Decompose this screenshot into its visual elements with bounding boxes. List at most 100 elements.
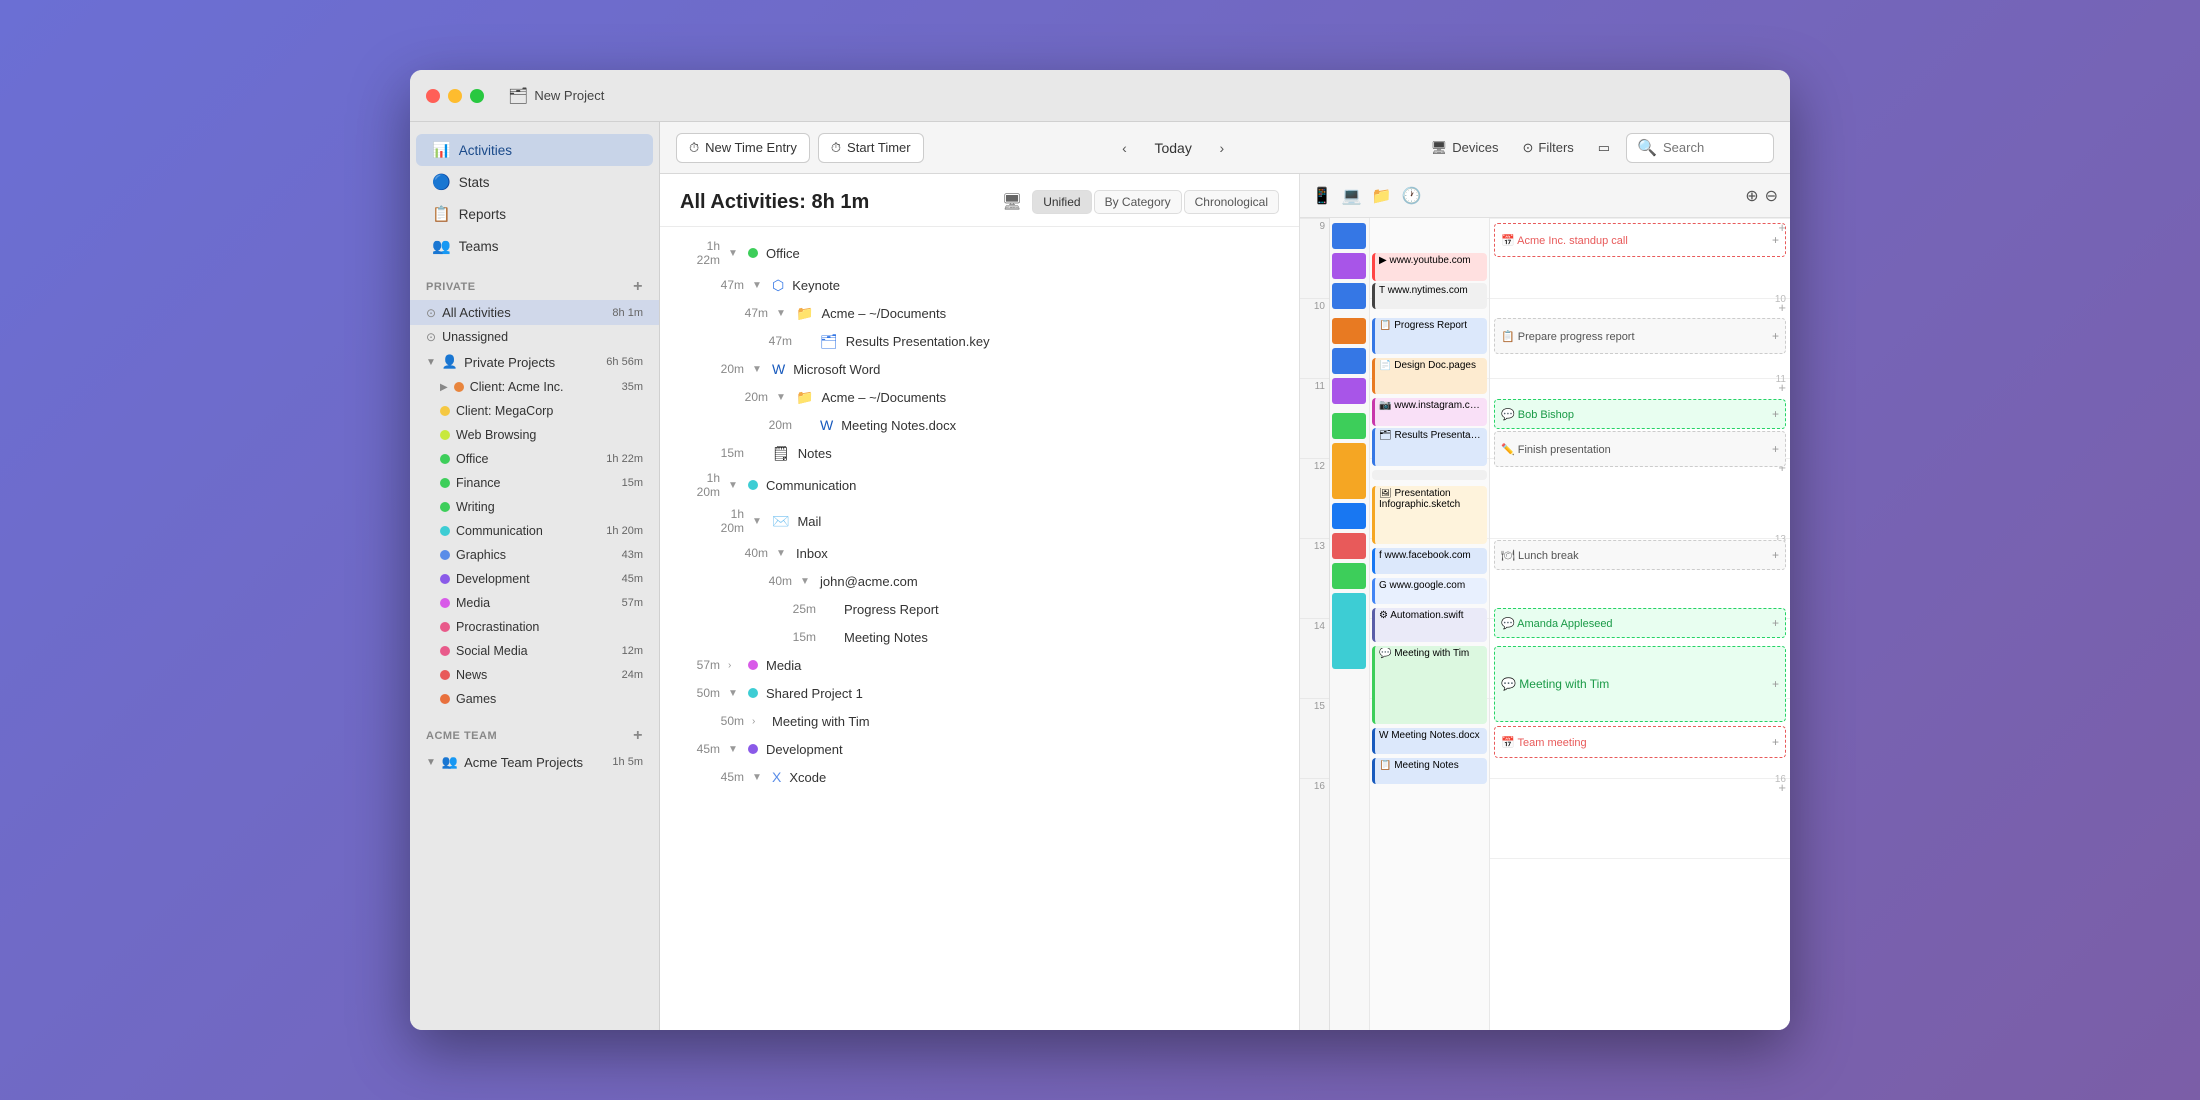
private-add-button[interactable]: +	[633, 278, 643, 296]
sidebar-item-reports[interactable]: 📋 Reports	[416, 198, 653, 230]
time-block[interactable]: W Meeting Notes.docx	[1372, 728, 1487, 754]
filters-button[interactable]: ⊙ Filters	[1514, 136, 1581, 160]
project-graphics[interactable]: Graphics 43m	[410, 543, 659, 567]
block[interactable]	[1332, 378, 1366, 404]
block[interactable]	[1332, 283, 1366, 309]
devices-button[interactable]: 🖥 Devices	[1423, 136, 1507, 160]
sidebar-item-teams[interactable]: 👥 Teams	[416, 230, 653, 262]
sidebar-item-stats[interactable]: 🔵 Stats	[416, 166, 653, 198]
time-block[interactable]: f www.facebook.com	[1372, 548, 1487, 574]
time-block[interactable]: 📋 Meeting Notes	[1372, 758, 1487, 784]
list-item[interactable]: 15m 🗒 Notes	[660, 439, 1299, 467]
project-media[interactable]: Media 57m	[410, 591, 659, 615]
time-block[interactable]: 📄 Design Doc.pages	[1372, 358, 1487, 394]
list-item[interactable]: 20m W Meeting Notes.docx	[660, 411, 1299, 439]
project-finance[interactable]: Finance 15m	[410, 471, 659, 495]
list-item[interactable]: 1h 20m ▼ Communication	[660, 467, 1299, 503]
sidebar-item-activities[interactable]: 📊 Activities	[416, 134, 653, 166]
list-item[interactable]: 45m ▼ X Xcode	[660, 763, 1299, 791]
project-communication[interactable]: Communication 1h 20m	[410, 519, 659, 543]
time-block[interactable]: 📷 www.instagram.com	[1372, 398, 1487, 426]
cal-event-team-meeting[interactable]: 📅 Team meeting +	[1494, 726, 1786, 758]
list-item[interactable]: 20m ▼ 📁 Acme – ~/Documents	[660, 383, 1299, 411]
time-block[interactable]: 🖼 Presentation Infographic.sketch	[1372, 486, 1487, 544]
block[interactable]	[1332, 593, 1366, 669]
search-input[interactable]	[1663, 140, 1763, 155]
list-item[interactable]: 15m Meeting Notes	[660, 623, 1299, 651]
minimize-button[interactable]	[448, 89, 462, 103]
cal-add-icon[interactable]: +	[1772, 233, 1779, 247]
add-event-button[interactable]: +	[1778, 300, 1786, 315]
zoom-in-button[interactable]: ⊕	[1745, 186, 1758, 206]
prev-day-button[interactable]: ‹	[1110, 134, 1138, 162]
project-megacorp[interactable]: Client: MegaCorp	[410, 399, 659, 423]
project-writing[interactable]: Writing	[410, 495, 659, 519]
time-block[interactable]: T www.nytimes.com	[1372, 283, 1487, 309]
time-block[interactable]: 📋 Progress Report	[1372, 318, 1487, 354]
block[interactable]	[1332, 563, 1366, 589]
list-item[interactable]: 47m 🗂 Results Presentation.key	[660, 327, 1299, 355]
list-item[interactable]: 40m ▼ john@acme.com	[660, 567, 1299, 595]
cal-add-icon[interactable]: +	[1772, 329, 1779, 343]
block[interactable]	[1332, 223, 1366, 249]
maximize-button[interactable]	[470, 89, 484, 103]
cal-event-progress[interactable]: 📋 Prepare progress report +	[1494, 318, 1786, 354]
unified-button[interactable]: Unified	[1032, 190, 1091, 214]
private-projects-header[interactable]: ▼ 👤 Private Projects 6h 56m	[410, 349, 659, 375]
list-item[interactable]: 47m ▼ ⬡ Keynote	[660, 271, 1299, 299]
block[interactable]	[1332, 348, 1366, 374]
project-web-browsing[interactable]: Web Browsing	[410, 423, 659, 447]
list-item[interactable]: 50m ▼ Shared Project 1	[660, 679, 1299, 707]
list-item[interactable]: 1h 22m ▼ Office	[660, 235, 1299, 271]
add-event-button[interactable]: +	[1778, 380, 1786, 395]
mobile-icon[interactable]: 📱	[1312, 186, 1332, 206]
time-block[interactable]: ⚙ Automation.swift	[1372, 608, 1487, 642]
add-event-button[interactable]: +	[1778, 780, 1786, 795]
project-office[interactable]: Office 1h 22m	[410, 447, 659, 471]
block[interactable]	[1332, 443, 1366, 499]
cal-event-meeting-tim[interactable]: 💬 Meeting with Tim +	[1494, 646, 1786, 722]
clock-icon[interactable]: 🕐	[1402, 186, 1422, 206]
cal-add-icon[interactable]: +	[1772, 616, 1779, 630]
next-day-button[interactable]: ›	[1208, 134, 1236, 162]
block[interactable]	[1332, 318, 1366, 344]
search-box[interactable]: 🔍	[1626, 133, 1774, 163]
cal-add-icon[interactable]: +	[1772, 548, 1779, 562]
block[interactable]	[1332, 533, 1366, 559]
view-mode-icon[interactable]: 🖥	[1002, 192, 1022, 212]
cal-event-standup[interactable]: 📅 Acme Inc. standup call +	[1494, 223, 1786, 257]
acme-add-button[interactable]: +	[633, 727, 643, 745]
cal-event-amanda[interactable]: 💬 Amanda Appleseed +	[1494, 608, 1786, 638]
block[interactable]	[1332, 503, 1366, 529]
cal-add-icon[interactable]: +	[1772, 677, 1779, 691]
time-block[interactable]	[1372, 470, 1487, 480]
by-category-button[interactable]: By Category	[1094, 190, 1182, 214]
folder-icon[interactable]: 📁	[1372, 186, 1392, 206]
cal-add-icon[interactable]: +	[1772, 735, 1779, 749]
project-games[interactable]: Games	[410, 687, 659, 711]
list-item[interactable]: 1h 20m ▼ ✉️ Mail	[660, 503, 1299, 539]
unassigned-item[interactable]: ⊙ Unassigned	[410, 325, 659, 349]
time-block[interactable]: 💬 Meeting with Tim	[1372, 646, 1487, 724]
start-timer-button[interactable]: ⏱ Start Timer	[818, 133, 924, 163]
cal-add-icon[interactable]: +	[1772, 442, 1779, 456]
close-button[interactable]	[426, 89, 440, 103]
time-block[interactable]: G www.google.com	[1372, 578, 1487, 604]
list-item[interactable]: 45m ▼ Development	[660, 735, 1299, 763]
list-item[interactable]: 47m ▼ 📁 Acme – ~/Documents	[660, 299, 1299, 327]
zoom-out-button[interactable]: ⊖	[1765, 186, 1778, 206]
list-item[interactable]: 57m › Media	[660, 651, 1299, 679]
layout-button[interactable]: ▭	[1590, 136, 1618, 160]
project-acme-inc[interactable]: ▶ Client: Acme Inc. 35m	[410, 375, 659, 399]
time-block[interactable]: 🗂 Results Presentation.k...	[1372, 428, 1487, 466]
block[interactable]	[1332, 253, 1366, 279]
project-procrastination[interactable]: Procrastination	[410, 615, 659, 639]
project-news[interactable]: News 24m	[410, 663, 659, 687]
block[interactable]	[1332, 413, 1366, 439]
project-social-media[interactable]: Social Media 12m	[410, 639, 659, 663]
time-block[interactable]: ▶ www.youtube.com	[1372, 253, 1487, 281]
cal-add-icon[interactable]: +	[1772, 407, 1779, 421]
list-item[interactable]: 20m ▼ W Microsoft Word	[660, 355, 1299, 383]
all-activities-item[interactable]: ⊙ All Activities 8h 1m	[410, 300, 659, 325]
new-time-entry-button[interactable]: ⏱ New Time Entry	[676, 133, 810, 163]
